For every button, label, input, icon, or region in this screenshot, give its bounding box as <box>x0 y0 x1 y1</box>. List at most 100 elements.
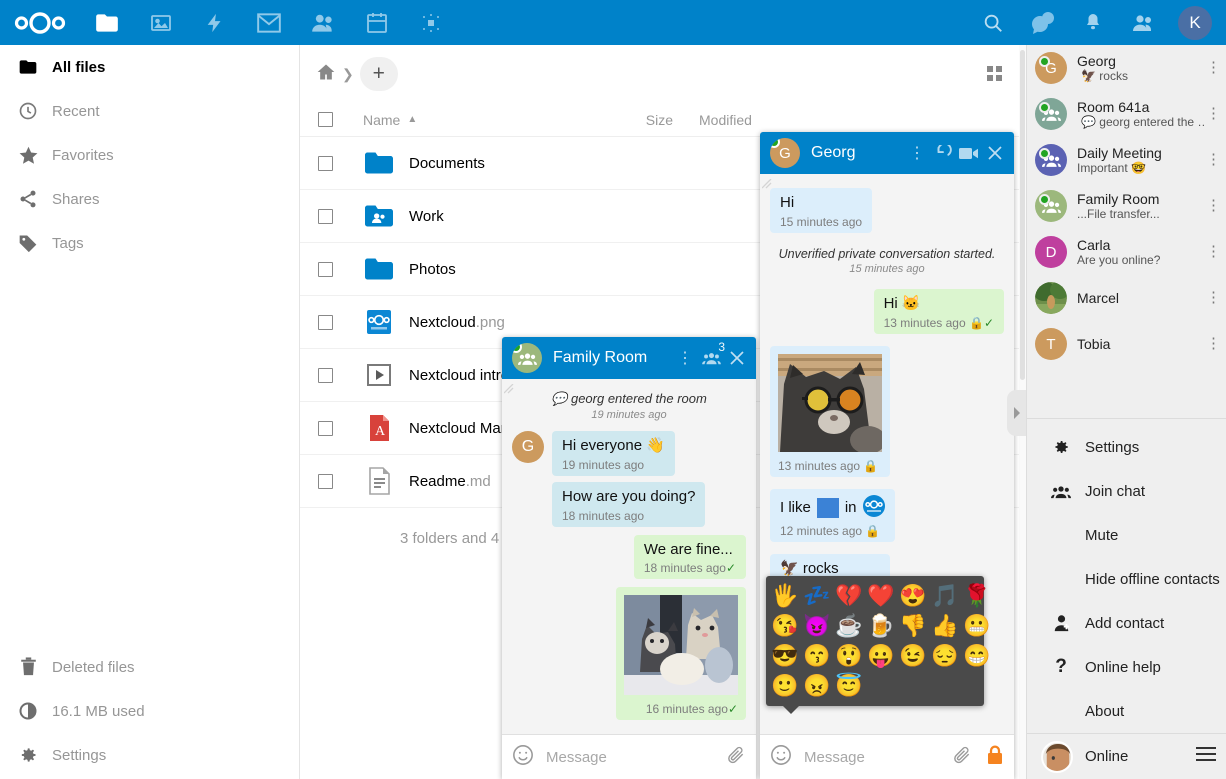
list-item[interactable]: T Tobia ⋮ <box>1027 321 1226 367</box>
emoji-item[interactable]: ❤️ <box>866 582 896 610</box>
emoji-item[interactable]: 👎 <box>898 612 928 640</box>
chat-input-bar[interactable]: Message <box>760 734 1014 779</box>
contact-menu-icon[interactable]: ⋮ <box>1206 244 1221 259</box>
row-checkbox[interactable] <box>318 155 333 171</box>
chat-window-family-room[interactable]: Family Room ⋮ 3 💬 georg entered the room <box>502 337 756 779</box>
list-item[interactable]: Daily Meeting Important 🤓 ⋮ <box>1027 137 1226 183</box>
emoji-item[interactable]: 😘 <box>770 612 800 640</box>
participants-icon[interactable]: 3 <box>700 340 725 373</box>
row-checkbox[interactable] <box>318 261 333 277</box>
emoji-item[interactable]: ☕ <box>834 612 864 640</box>
message-bubble[interactable]: Hi 15 minutes ago <box>770 188 873 233</box>
emoji-item[interactable]: 🙂 <box>770 672 800 700</box>
emoji-item[interactable]: 🍺 <box>866 612 896 640</box>
emoji-item[interactable]: 💤 <box>802 582 832 610</box>
emoji-item[interactable]: 😎 <box>770 642 800 670</box>
list-item[interactable]: Family Room ...File transfer... ⋮ <box>1027 183 1226 229</box>
contact-menu-icon[interactable]: ⋮ <box>1206 290 1221 305</box>
sidebar-item-shares[interactable]: Shares <box>0 177 299 221</box>
list-item[interactable]: G Georg 🦅 rocks ⋮ <box>1027 45 1226 91</box>
emoji-item[interactable]: 🌹 <box>962 582 992 610</box>
resize-grip[interactable] <box>761 176 772 189</box>
search-icon[interactable] <box>968 0 1018 45</box>
message-bubble-image[interactable]: 13 minutes ago 🔒 <box>770 345 890 477</box>
menu-icon[interactable]: ⋮ <box>906 138 928 168</box>
close-icon[interactable] <box>726 343 748 373</box>
new-file-button[interactable]: + <box>359 57 398 91</box>
emoji-item[interactable]: 👍 <box>930 612 960 640</box>
list-item[interactable]: Marcel ⋮ <box>1027 275 1226 321</box>
cat-with-sunglasses-photo[interactable] <box>778 353 882 457</box>
chat-message-list[interactable]: 💬 georg entered the room 19 minutes ago … <box>502 379 756 734</box>
list-item[interactable]: Room 641a 💬 georg entered the … ⋮ <box>1027 91 1226 137</box>
menu-item-add-contact[interactable]: Add contact <box>1027 601 1226 645</box>
menu-item-join-chat[interactable]: Join chat <box>1027 469 1226 513</box>
chat-input-bar[interactable]: Message <box>502 734 756 779</box>
emoji-item[interactable]: 💔 <box>834 582 864 610</box>
contact-menu-icon[interactable]: ⋮ <box>1206 198 1221 213</box>
emoji-item[interactable]: 😠 <box>802 672 832 700</box>
column-header-modified[interactable]: Modified <box>673 112 783 128</box>
column-header-size[interactable]: Size <box>583 112 673 128</box>
nav-calendar[interactable] <box>350 0 404 45</box>
user-avatar[interactable]: K <box>1178 5 1212 40</box>
bell-icon[interactable] <box>1068 0 1118 45</box>
emoji-item[interactable]: 😁 <box>962 642 992 670</box>
emoji-item[interactable]: 😉 <box>898 642 928 670</box>
row-checkbox[interactable] <box>318 208 333 224</box>
contact-menu-icon[interactable]: ⋮ <box>1206 60 1221 75</box>
message-bubble[interactable]: Hi everyone 👋 19 minutes ago <box>552 431 675 476</box>
nextcloud-logo[interactable] <box>0 11 80 34</box>
menu-item-mute[interactable]: Mute <box>1027 513 1226 557</box>
column-header-name[interactable]: Name ▲ <box>333 112 583 128</box>
attach-icon[interactable] <box>952 745 972 770</box>
home-icon[interactable] <box>316 62 336 87</box>
emoji-icon[interactable] <box>770 744 792 771</box>
menu-icon[interactable]: ⋮ <box>674 343 696 373</box>
contacts-icon[interactable] <box>1118 0 1168 45</box>
resize-grip[interactable] <box>503 381 514 394</box>
nav-photos[interactable] <box>134 0 188 45</box>
avatar[interactable] <box>1041 740 1073 773</box>
collapse-panel-toggle[interactable] <box>1007 390 1026 436</box>
attach-icon[interactable] <box>726 745 746 770</box>
hamburger-icon[interactable] <box>1196 746 1216 767</box>
message-bubble[interactable]: We are fine... 18 minutes ago✓ <box>633 534 746 580</box>
own-status-bar[interactable]: Online <box>1027 733 1226 779</box>
nav-contacts[interactable] <box>296 0 350 45</box>
list-item[interactable]: D Carla Are you online? ⋮ <box>1027 229 1226 275</box>
emoji-item[interactable]: 😇 <box>834 672 864 700</box>
menu-item-online-help[interactable]: ? Online help <box>1027 645 1226 689</box>
message-bubble[interactable]: I like in 12 minutes ago 🔒 <box>770 488 895 543</box>
row-checkbox[interactable] <box>318 367 333 383</box>
emoji-item[interactable]: 😍 <box>898 582 928 610</box>
row-checkbox[interactable] <box>318 473 333 489</box>
emoji-item[interactable]: 🎵 <box>930 582 960 610</box>
emoji-item[interactable]: 😲 <box>834 642 864 670</box>
menu-item-hide-offline-contacts[interactable]: Hide offline contacts <box>1027 557 1226 601</box>
sidebar-item-settings[interactable]: Settings <box>0 733 299 777</box>
chat-header[interactable]: G Georg ⋮ <box>760 132 1014 174</box>
undo-icon[interactable] <box>932 138 954 168</box>
grid-view-icon[interactable] <box>980 66 1010 82</box>
sidebar-item-all-files[interactable]: All files <box>0 45 299 89</box>
menu-item-about[interactable]: About <box>1027 689 1226 733</box>
emoji-item[interactable]: 🖐 <box>770 582 800 610</box>
message-input[interactable]: Message <box>534 749 726 766</box>
emoji-item[interactable]: 😛 <box>866 642 896 670</box>
message-bubble[interactable]: Hi 🐱 13 minutes ago 🔒✓ <box>873 288 1004 334</box>
nav-mail[interactable] <box>242 0 296 45</box>
emoji-item[interactable]: 😈 <box>802 612 832 640</box>
message-input[interactable]: Message <box>792 749 952 766</box>
contact-menu-icon[interactable]: ⋮ <box>1206 336 1221 351</box>
sidebar-item-storage-used[interactable]: 16.1 MB used <box>0 689 299 733</box>
nav-files[interactable] <box>80 0 134 55</box>
message-bubble-image[interactable]: 16 minutes ago✓ <box>616 587 746 721</box>
row-checkbox[interactable] <box>318 314 333 330</box>
emoji-item[interactable]: 😔 <box>930 642 960 670</box>
select-all-checkbox[interactable] <box>318 112 333 127</box>
menu-item-settings[interactable]: Settings <box>1027 425 1226 469</box>
lock-icon[interactable] <box>986 744 1004 770</box>
sidebar-item-favorites[interactable]: Favorites <box>0 133 299 177</box>
nav-activity[interactable] <box>188 0 242 45</box>
